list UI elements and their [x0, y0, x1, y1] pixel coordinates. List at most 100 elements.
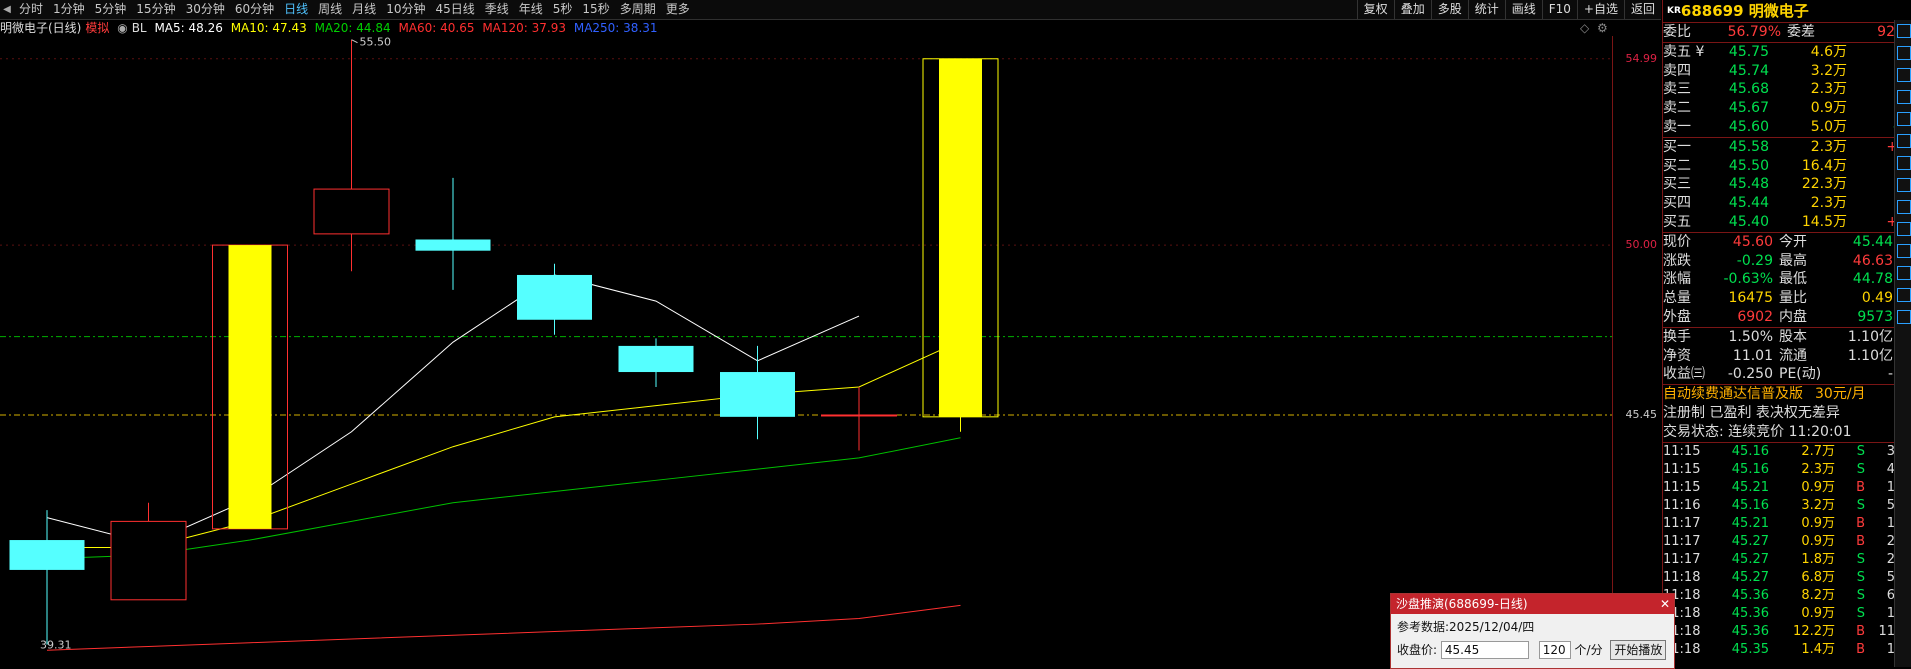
tick-list[interactable]: 11:15 45.16 2.7万 S 3 11:15 45.16 2.3万 S 4 11:15 45.…: [1663, 441, 1911, 659]
side-tool-icon[interactable]: [1897, 68, 1911, 82]
order-price: 45.74: [1728, 62, 1769, 79]
order-label: 买一: [1663, 138, 1691, 155]
gear-icon[interactable]: ⚙: [1597, 20, 1608, 36]
tick-row: 11:18 45.36 0.9万 S 1: [1663, 605, 1911, 623]
tick-time: 11:15: [1663, 479, 1701, 495]
tick-price: 45.16: [1731, 497, 1769, 513]
fund-value: 1.50%: [1728, 328, 1773, 345]
tick-time: 11:15: [1663, 461, 1701, 477]
order-label: 卖五 ¥: [1663, 43, 1705, 60]
side-tool-icon[interactable]: [1897, 90, 1911, 104]
order-label: 卖四: [1663, 62, 1691, 79]
play-button[interactable]: 开始播放: [1610, 640, 1667, 660]
speed-unit: 个/分: [1574, 643, 1603, 657]
side-tool-icon[interactable]: [1897, 244, 1911, 258]
tick-row: 11:18 45.27 6.8万 S 5: [1663, 569, 1911, 587]
tool-button[interactable]: 复权: [1356, 0, 1394, 19]
tick-side: S: [1856, 461, 1865, 477]
tick-count: 1: [1886, 479, 1895, 495]
high-marker: [351, 39, 358, 44]
stock-code-name: 688699 明微电子: [1680, 2, 1809, 20]
candle-body: [517, 274, 592, 320]
period-tab[interactable]: 5分钟: [90, 0, 132, 19]
tool-button[interactable]: 叠加: [1393, 0, 1431, 19]
ma5-label: MA5: 48.26: [154, 21, 223, 35]
tick-row: 11:15 45.21 0.9万 B 1: [1663, 479, 1911, 497]
fund-label: 流通: [1779, 347, 1807, 364]
order-price: 45.58: [1728, 138, 1769, 155]
tick-price: 45.21: [1731, 515, 1769, 531]
period-tab[interactable]: 日线: [279, 0, 313, 19]
quote-panel: KR688699 明微电子 委比 56.79% 委差 92 卖五 ¥ 45.75 4…: [1662, 0, 1911, 667]
quote-value: 6902: [1737, 308, 1773, 325]
kline-chart[interactable]: 55.50 39.31: [0, 36, 1660, 667]
period-tab[interactable]: 分时: [14, 0, 48, 19]
mode-badge[interactable]: 模拟: [85, 21, 109, 35]
bl-label: BL: [131, 21, 147, 35]
side-tool-icon[interactable]: [1897, 288, 1911, 302]
period-tab[interactable]: 45日线: [430, 0, 479, 19]
tick-side: S: [1856, 587, 1865, 603]
quote-row: 涨幅 -0.63% 最低 44.78: [1663, 270, 1911, 289]
candle-body: [9, 540, 85, 570]
side-tool-icon[interactable]: [1897, 156, 1911, 170]
settings-diamond-icon[interactable]: ◇: [1580, 20, 1589, 36]
ma20-label: MA20: 44.84: [314, 21, 391, 35]
ma10-label: MA10: 47.43: [230, 21, 307, 35]
close-icon[interactable]: ✕: [1660, 594, 1670, 614]
tick-side: B: [1856, 533, 1865, 549]
nav-arrow-icon[interactable]: ◀: [0, 4, 14, 15]
period-tab[interactable]: 60分钟: [230, 0, 279, 19]
fund-value: 11.01: [1732, 347, 1773, 364]
side-tool-icon[interactable]: [1897, 178, 1911, 192]
fund-value: -: [1887, 366, 1893, 383]
period-tab[interactable]: 月线: [347, 0, 381, 19]
tool-button[interactable]: 多股: [1430, 0, 1468, 19]
dialog-header: 沙盘推演(688699-日线) ✕: [1391, 594, 1674, 614]
side-tool-icon[interactable]: [1897, 310, 1911, 324]
side-tool-icon[interactable]: [1897, 266, 1911, 280]
order-label: 买二: [1663, 157, 1691, 174]
quote-label: 总量: [1663, 290, 1691, 307]
quote-label: 内盘: [1779, 308, 1807, 325]
order-row: 买五45.4014.5万+2: [1663, 213, 1911, 232]
side-tool-icon[interactable]: [1897, 200, 1911, 214]
eye-icon[interactable]: ◉: [117, 21, 127, 35]
tool-button[interactable]: 画线: [1504, 0, 1542, 19]
side-tool-icon[interactable]: [1897, 222, 1911, 236]
tool-button[interactable]: 返回: [1623, 0, 1661, 19]
period-tab[interactable]: 季线: [480, 0, 514, 19]
tick-row: 11:15 45.16 2.7万 S 3: [1663, 443, 1911, 461]
period-tab[interactable]: 15秒: [577, 0, 614, 19]
tick-price: 45.27: [1731, 569, 1769, 585]
ref-date: 2025/12/04/四: [1449, 620, 1535, 634]
tick-side: S: [1856, 569, 1865, 585]
order-row: 买三 45.48 22.3万: [1663, 175, 1911, 194]
period-tab[interactable]: 15分钟: [131, 0, 180, 19]
order-row: 卖一45.605.0万-5: [1663, 118, 1911, 137]
tool-button[interactable]: +自选: [1576, 0, 1624, 19]
period-tab[interactable]: 30分钟: [181, 0, 230, 19]
tick-volume: 0.9万: [1801, 479, 1835, 495]
side-tool-icon[interactable]: [1897, 46, 1911, 60]
period-tab[interactable]: 周线: [313, 0, 347, 19]
candle-body: [110, 520, 187, 601]
period-tab[interactable]: 5秒: [548, 0, 578, 19]
quote-row: 涨跌 -0.29 最高 46.63: [1663, 252, 1911, 271]
period-tab[interactable]: 年线: [514, 0, 548, 19]
tick-count: 11: [1878, 623, 1895, 639]
period-tab[interactable]: 多周期: [615, 0, 661, 19]
side-tool-icon[interactable]: [1897, 24, 1911, 38]
side-tool-icon[interactable]: [1897, 134, 1911, 148]
side-tool-icon[interactable]: [1897, 112, 1911, 126]
tool-button[interactable]: F10: [1541, 0, 1577, 19]
close-price-input[interactable]: 45.45: [1440, 641, 1529, 659]
period-tab[interactable]: 更多: [661, 0, 695, 19]
tick-time: 11:17: [1663, 533, 1701, 549]
period-tab[interactable]: 1分钟: [48, 0, 90, 19]
period-tab[interactable]: 10分钟: [381, 0, 430, 19]
speed-input[interactable]: 120: [1538, 641, 1571, 659]
promo-row[interactable]: 自动续费通达信普及版 30元/月: [1663, 384, 1911, 404]
tool-button[interactable]: 统计: [1467, 0, 1505, 19]
quote-label: 最高: [1779, 252, 1807, 269]
